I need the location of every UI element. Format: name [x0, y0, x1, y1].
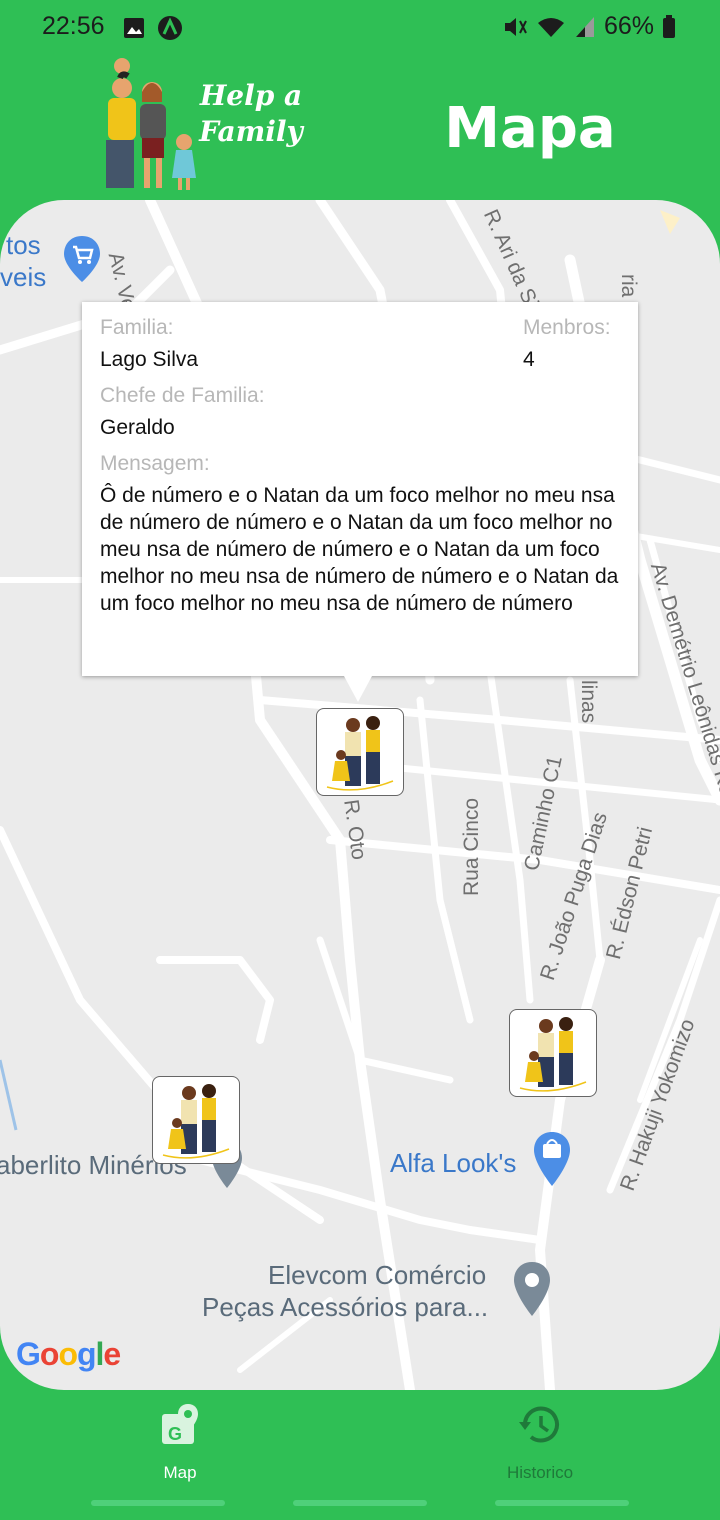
gesture-bar-segment	[495, 1500, 629, 1506]
shopping-bag-pin-icon[interactable]	[532, 1130, 572, 1188]
logo-text-line2: Family	[199, 115, 303, 148]
poi-label: Alfa Look's	[390, 1148, 517, 1178]
poi-label: tos	[6, 230, 41, 260]
place-pin-icon[interactable]	[512, 1260, 552, 1318]
poi-label: veis	[0, 262, 47, 292]
head-of-family-value: Geraldo	[100, 416, 175, 439]
page-title: Mapa	[444, 96, 616, 161]
family-avatar-icon	[519, 1017, 587, 1092]
gesture-bar-segment	[91, 1500, 225, 1506]
wifi-icon	[537, 17, 564, 37]
family-logo-image	[106, 58, 196, 190]
status-time: 22:56	[42, 12, 105, 40]
notification-icons	[124, 16, 182, 40]
shopping-cart-pin-icon[interactable]	[62, 234, 102, 284]
street-label: ria	[617, 274, 640, 298]
battery-icon	[663, 14, 675, 38]
svg-text:G: G	[168, 1424, 182, 1444]
signal-icon	[575, 16, 594, 37]
message-label: Mensagem:	[100, 452, 210, 475]
family-avatar-icon	[326, 716, 394, 791]
mute-vibrate-icon	[504, 17, 527, 36]
status-bar: 22:56 66%	[0, 0, 720, 56]
nav-item-map[interactable]: G Map	[100, 1402, 260, 1483]
gesture-bar-segment	[293, 1500, 427, 1506]
message-value: Ô de número e o Natan da um foco melhor …	[100, 484, 619, 615]
battery-percent: 66%	[603, 12, 654, 40]
nav-label-historico: Historico	[506, 1463, 574, 1482]
members-label: Menbros:	[523, 316, 611, 339]
family-avatar-icon	[162, 1084, 230, 1159]
family-name-value: Lago Silva	[100, 348, 199, 371]
poi-label: Peças Acessórios para...	[202, 1292, 489, 1322]
family-marker[interactable]	[152, 1076, 240, 1164]
map-view[interactable]: Av. Ver. Ni R. Ari da Si ria linas R. Ot…	[0, 200, 720, 1390]
family-marker[interactable]	[509, 1009, 597, 1097]
google-attribution-logo: Google	[16, 1336, 121, 1372]
family-marker[interactable]	[316, 708, 404, 796]
nav-item-historico[interactable]: Historico	[460, 1402, 620, 1483]
history-icon	[519, 1406, 559, 1443]
nav-label-map: Map	[163, 1463, 197, 1482]
poi-label: Elevcom Comércio	[268, 1260, 487, 1290]
street-label: Rua Cinco	[460, 797, 483, 896]
map-icon: G	[162, 1404, 198, 1444]
family-info-window[interactable]: Familia: Lago Silva Menbros: 4 Chefe de …	[82, 302, 638, 702]
head-of-family-label: Chefe de Familia:	[100, 384, 265, 407]
info-window-pointer	[344, 676, 372, 702]
street-label: linas	[577, 680, 600, 724]
members-value: 4	[523, 348, 535, 371]
logo-text-line1: Help a	[199, 79, 303, 112]
family-name-label: Familia:	[100, 316, 174, 339]
